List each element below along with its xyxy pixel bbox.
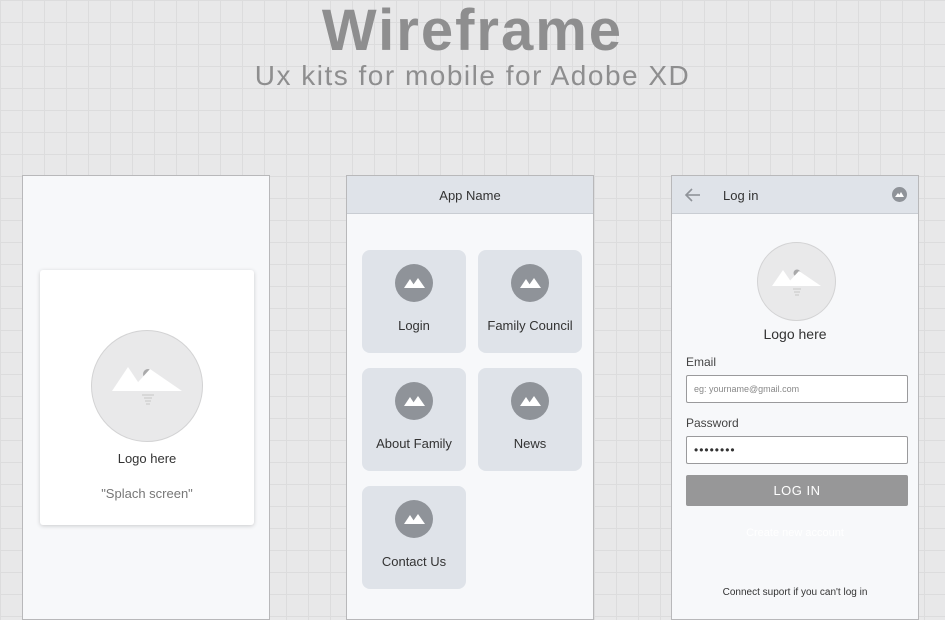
- tile-label: Family Council: [487, 318, 573, 333]
- image-icon: [511, 382, 549, 420]
- image-placeholder-icon: [757, 242, 836, 321]
- page-subtitle: Ux kits for mobile for Adobe XD: [254, 60, 691, 91]
- app-bar: Log in: [672, 176, 918, 214]
- tile-about-family[interactable]: About Family: [362, 368, 466, 471]
- splash-card: Logo here "Splach screen": [40, 270, 254, 525]
- tile-label: About Family: [376, 436, 452, 451]
- arrow-left-icon[interactable]: [682, 184, 704, 206]
- login-button[interactable]: LOG IN: [686, 475, 908, 506]
- tile-label: Contact Us: [381, 554, 447, 569]
- image-placeholder-icon: [91, 330, 203, 442]
- email-field[interactable]: [686, 375, 908, 403]
- image-icon: [395, 264, 433, 302]
- phone-home-screen: App Name Login Family Council About Fami…: [346, 175, 594, 620]
- image-icon: [511, 264, 549, 302]
- tile-login[interactable]: Login: [362, 250, 466, 353]
- tile-news[interactable]: News: [478, 368, 582, 471]
- support-text[interactable]: Connect suport if you can't log in: [672, 587, 918, 598]
- tile-label: Login: [398, 318, 430, 333]
- phone-splash-screen: Logo here "Splach screen": [22, 175, 270, 620]
- tile-family-council[interactable]: Family Council: [478, 250, 582, 353]
- phone-login-screen: Log in Logo here Email Password LOG IN C…: [671, 175, 919, 620]
- logo-text: Logo here: [763, 326, 827, 342]
- tile-contact-us[interactable]: Contact Us: [362, 486, 466, 589]
- image-icon: [395, 382, 433, 420]
- app-name: App Name: [439, 188, 501, 203]
- password-field[interactable]: [686, 436, 908, 464]
- screen-title: Log in: [723, 188, 759, 203]
- password-label: Password: [686, 416, 739, 430]
- logo-text: Logo here: [117, 451, 177, 466]
- app-bar: App Name: [347, 176, 593, 214]
- tile-label: News: [513, 436, 547, 451]
- image-icon: [395, 500, 433, 538]
- create-account-link[interactable]: Create new account: [672, 527, 918, 539]
- page-title: Wireframe: [321, 0, 624, 63]
- splash-caption: "Splach screen": [101, 486, 193, 501]
- email-label: Email: [686, 355, 717, 369]
- avatar-icon[interactable]: [892, 187, 907, 202]
